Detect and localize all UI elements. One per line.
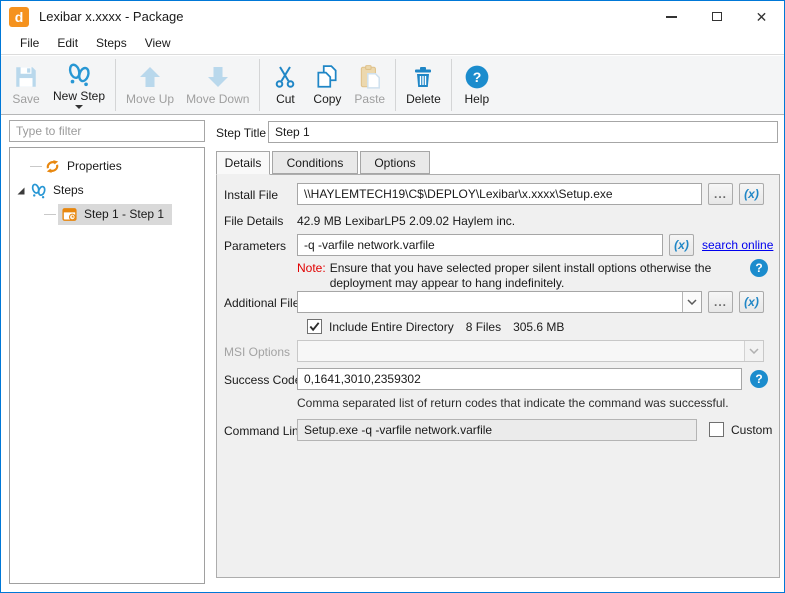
step-title-label: Step Title: [216, 126, 266, 140]
tree-expander-icon[interactable]: [16, 185, 26, 195]
success-codes-help-icon[interactable]: ?: [750, 370, 768, 388]
include-directory-label: Include Entire Directory: [329, 320, 454, 334]
copy-button[interactable]: Copy: [306, 58, 348, 112]
app-window: d Lexibar x.xxxx - Package ✕ File Edit S…: [0, 0, 785, 593]
toolbar-separator: [115, 59, 116, 111]
command-line-label: Command Line: [224, 424, 305, 438]
move-up-button: Move Up: [120, 58, 180, 112]
tab-options[interactable]: Options: [360, 151, 430, 174]
note-text: Ensure that you have selected proper sil…: [330, 261, 755, 291]
delete-button[interactable]: Delete: [400, 58, 447, 112]
close-icon: ✕: [756, 10, 768, 24]
chevron-down-icon: [75, 105, 83, 109]
combo-chevron-icon: [744, 341, 763, 361]
include-directory-files: 8 Files: [466, 320, 501, 334]
include-directory-size: 305.6 MB: [513, 320, 564, 334]
cut-button[interactable]: Cut: [264, 58, 306, 112]
save-button: Save: [5, 58, 47, 112]
custom-label: Custom: [731, 423, 772, 437]
file-details-label: File Details: [224, 214, 283, 228]
menu-edit[interactable]: Edit: [48, 33, 87, 53]
move-down-button: Move Down: [180, 58, 255, 112]
tree-item-step-1[interactable]: Step 1 - Step 1: [10, 202, 204, 226]
combo-chevron-icon[interactable]: [682, 292, 701, 312]
success-codes-input[interactable]: [297, 368, 742, 390]
msi-options-input: [298, 341, 744, 361]
command-line-input: [297, 419, 697, 441]
close-button[interactable]: ✕: [739, 1, 784, 32]
tree-item-properties[interactable]: Properties: [10, 154, 204, 178]
include-directory-row: Include Entire Directory 8 Files 305.6 M…: [307, 319, 564, 334]
minimize-button[interactable]: [649, 1, 694, 32]
maximize-button[interactable]: [694, 1, 739, 32]
copy-pages-icon: [314, 64, 340, 90]
tree-item-steps[interactable]: Steps: [10, 178, 204, 202]
include-directory-labels: Include Entire Directory 8 Files 305.6 M…: [329, 320, 564, 334]
app-icon: d: [9, 7, 29, 27]
title-bar: d Lexibar x.xxxx - Package ✕: [1, 1, 784, 32]
paste-button: Paste: [348, 58, 391, 112]
install-file-input[interactable]: [297, 183, 702, 205]
note-prefix: Note:: [297, 261, 326, 291]
toolbar-separator: [259, 59, 260, 111]
step-window-icon: [61, 206, 78, 223]
footprints-icon: [66, 61, 92, 87]
step-tree: Properties Steps: [9, 147, 205, 584]
toolbar-separator: [451, 59, 452, 111]
success-codes-hint: Comma separated list of return codes tha…: [297, 396, 729, 410]
tab-conditions[interactable]: Conditions: [272, 151, 358, 174]
install-file-browse-button[interactable]: ...: [708, 183, 733, 205]
menu-steps[interactable]: Steps: [87, 33, 136, 53]
maximize-icon: [712, 12, 722, 21]
clipboard-icon: [357, 64, 383, 90]
new-step-button[interactable]: New Step: [47, 58, 111, 112]
step-title-input[interactable]: [268, 121, 778, 143]
menu-view[interactable]: View: [136, 33, 180, 53]
file-details-value: 42.9 MB LexibarLP5 2.09.02 Haylem inc.: [297, 214, 515, 228]
custom-command-row: Custom: [709, 422, 772, 437]
details-tab-panel: Install File ... (x) File Details 42.9 M…: [216, 174, 780, 578]
toolbar: Save New Step Move Up: [1, 56, 784, 115]
arrow-down-icon: [205, 64, 231, 90]
additional-files-combo[interactable]: [297, 291, 702, 313]
scissors-icon: [272, 64, 298, 90]
additional-files-input[interactable]: [298, 292, 682, 312]
filter-input[interactable]: [9, 120, 205, 142]
menu-bar: File Edit Steps View: [1, 32, 784, 55]
window-controls: ✕: [649, 1, 784, 32]
search-online-link[interactable]: search online: [702, 238, 773, 252]
parameters-input[interactable]: [297, 234, 663, 256]
menu-file[interactable]: File: [11, 33, 48, 53]
help-button[interactable]: ? Help: [456, 58, 498, 112]
tree-connector: [30, 166, 42, 167]
parameters-clear-button[interactable]: (x): [669, 234, 694, 256]
question-icon: ?: [464, 64, 490, 90]
tree-connector: [44, 214, 56, 215]
trash-icon: [410, 64, 436, 90]
msi-options-combo: [297, 340, 764, 362]
footprints-icon: [30, 182, 47, 199]
msi-options-label: MSI Options: [224, 345, 290, 359]
minimize-icon: [666, 16, 677, 18]
silent-install-note: Note: Ensure that you have selected prop…: [297, 261, 755, 291]
toolbar-separator: [395, 59, 396, 111]
install-file-label: Install File: [224, 188, 278, 202]
window-title: Lexibar x.xxxx - Package: [39, 9, 184, 24]
success-codes-label: Success Codes: [224, 373, 307, 387]
tab-details[interactable]: Details: [216, 151, 270, 175]
additional-files-clear-button[interactable]: (x): [739, 291, 764, 313]
svg-text:?: ?: [472, 69, 481, 85]
properties-icon: [44, 158, 61, 175]
arrow-up-icon: [137, 64, 163, 90]
custom-checkbox[interactable]: [709, 422, 724, 437]
selected-tree-item[interactable]: Step 1 - Step 1: [58, 204, 172, 225]
parameters-help-icon[interactable]: ?: [750, 259, 768, 277]
additional-files-label: Additional Files: [224, 296, 305, 310]
floppy-icon: [13, 64, 39, 90]
additional-files-browse-button[interactable]: ...: [708, 291, 733, 313]
parameters-label: Parameters: [224, 239, 286, 253]
include-directory-checkbox[interactable]: [307, 319, 322, 334]
install-file-clear-button[interactable]: (x): [739, 183, 764, 205]
